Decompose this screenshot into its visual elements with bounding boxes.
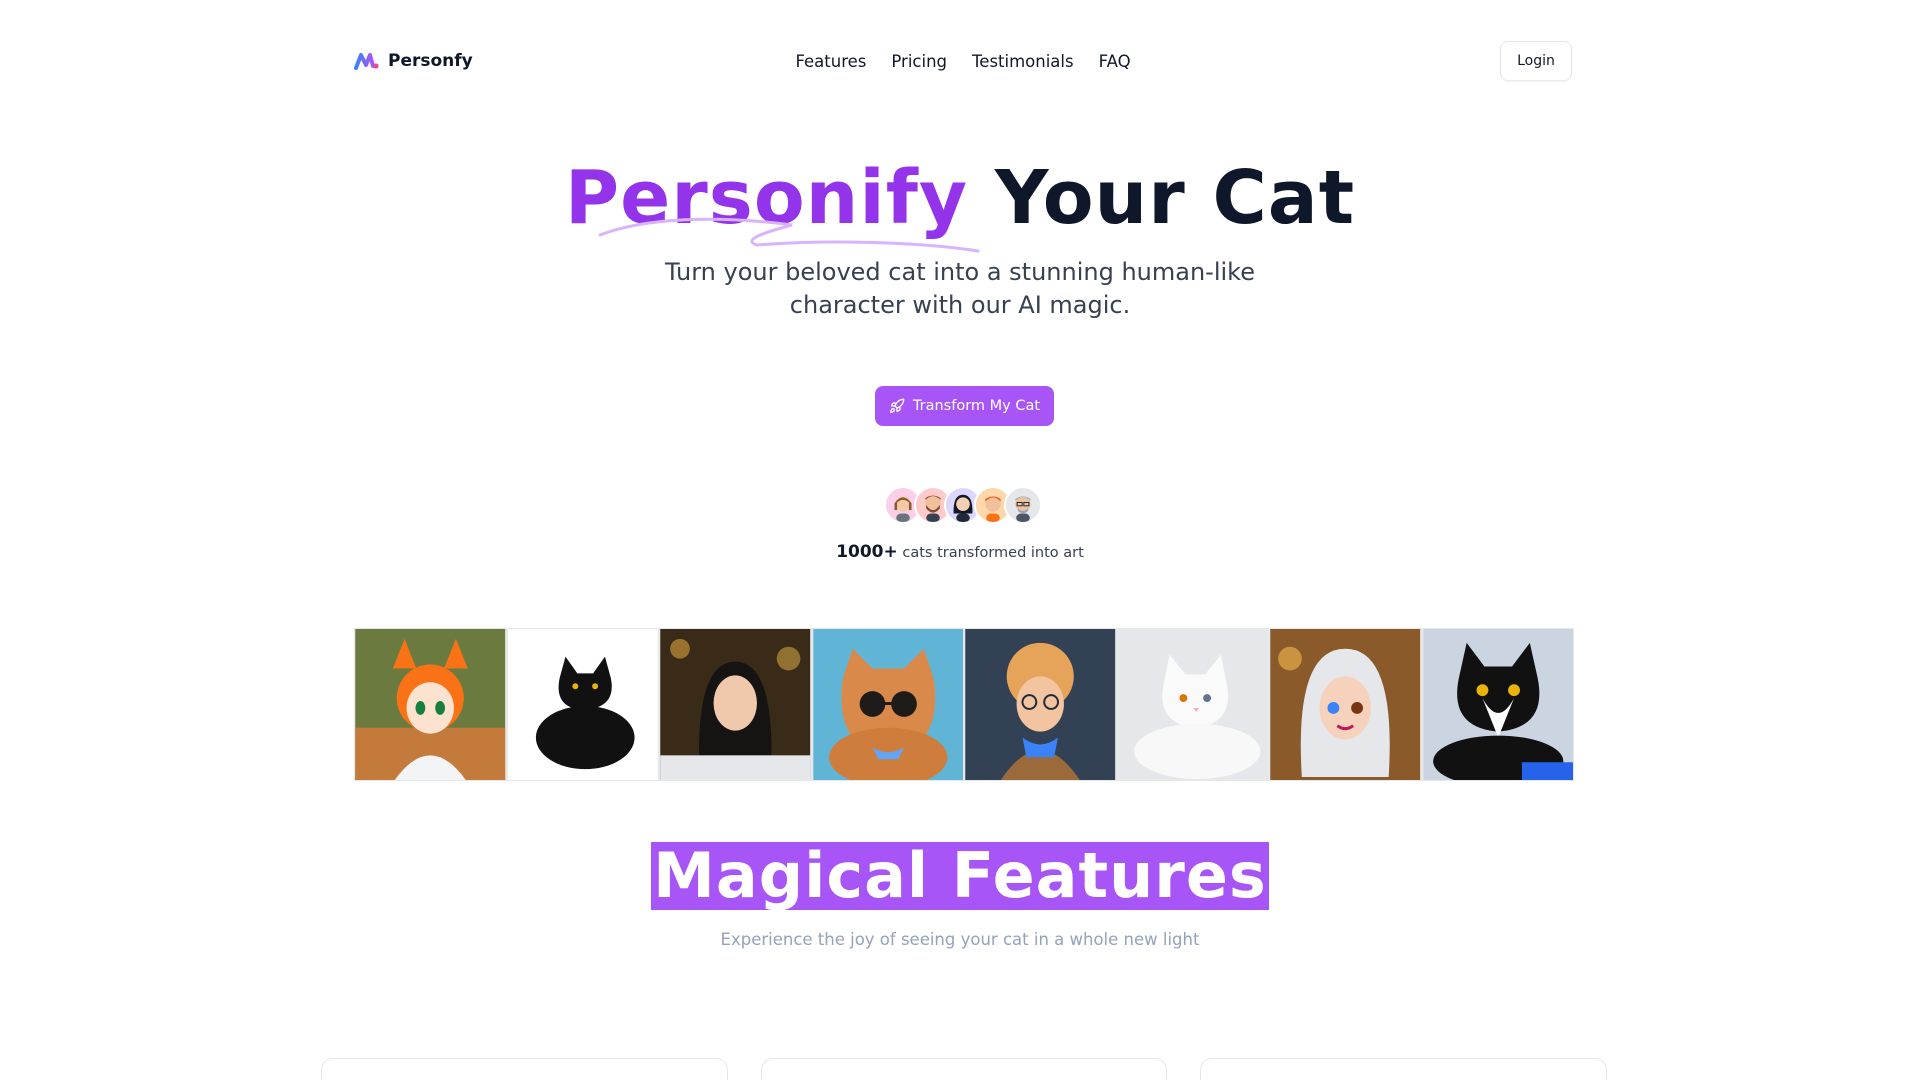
gallery-image-cat-with-sunglasses: [811, 628, 964, 781]
feature-cards: [321, 1058, 1608, 1080]
nav-links: Features Pricing Testimonials FAQ: [795, 52, 1130, 71]
login-button[interactable]: Login: [1500, 41, 1572, 81]
nav-link-faq[interactable]: FAQ: [1099, 52, 1131, 71]
nav-link-testimonials[interactable]: Testimonials: [972, 52, 1074, 71]
hero-subtitle: Turn your beloved cat into a stunning hu…: [665, 258, 1255, 319]
avatar: [1004, 486, 1042, 524]
top-nav: Personfy Features Pricing Testimonials F…: [354, 40, 1572, 82]
features-heading: Magical Features: [0, 842, 1920, 910]
brand-name: Personfy: [388, 51, 473, 71]
cta-label: Transform My Cat: [912, 398, 1041, 414]
rocket-icon: [889, 398, 905, 413]
underline-scribble-icon: [598, 217, 980, 253]
nav-link-pricing[interactable]: Pricing: [891, 52, 947, 71]
feature-card: [760, 1058, 1168, 1080]
social-proof: 1000+ cats transformed into art: [0, 542, 1920, 562]
transformation-gallery: [354, 628, 1574, 781]
feature-card: [321, 1058, 728, 1080]
nav-link-features[interactable]: Features: [795, 52, 866, 71]
gallery-image-black-cat: [506, 628, 659, 781]
gallery-image-white-haired-girl: [1269, 628, 1422, 781]
gallery-image-white-cat: [1116, 628, 1269, 781]
social-text: cats transformed into art: [902, 545, 1084, 561]
brand-logo-icon: [354, 53, 379, 70]
features-subtitle: Experience the joy of seeing your cat in…: [720, 930, 1200, 949]
transform-my-cat-button[interactable]: Transform My Cat: [875, 386, 1054, 426]
features-title: Magical Features: [651, 839, 1269, 912]
social-count: 1000+: [836, 542, 898, 562]
gallery-image-anime-cat-girl: [354, 628, 507, 781]
hero-title-rest: Your Cat: [994, 155, 1356, 241]
gallery-image-dark-haired-woman: [659, 628, 812, 781]
brand[interactable]: Personfy: [354, 51, 473, 71]
avatar-stack: [884, 486, 1042, 526]
feature-card: [1200, 1058, 1608, 1080]
gallery-image-curly-haired-boy: [964, 628, 1117, 781]
gallery-image-tuxedo-cat: [1421, 628, 1574, 781]
